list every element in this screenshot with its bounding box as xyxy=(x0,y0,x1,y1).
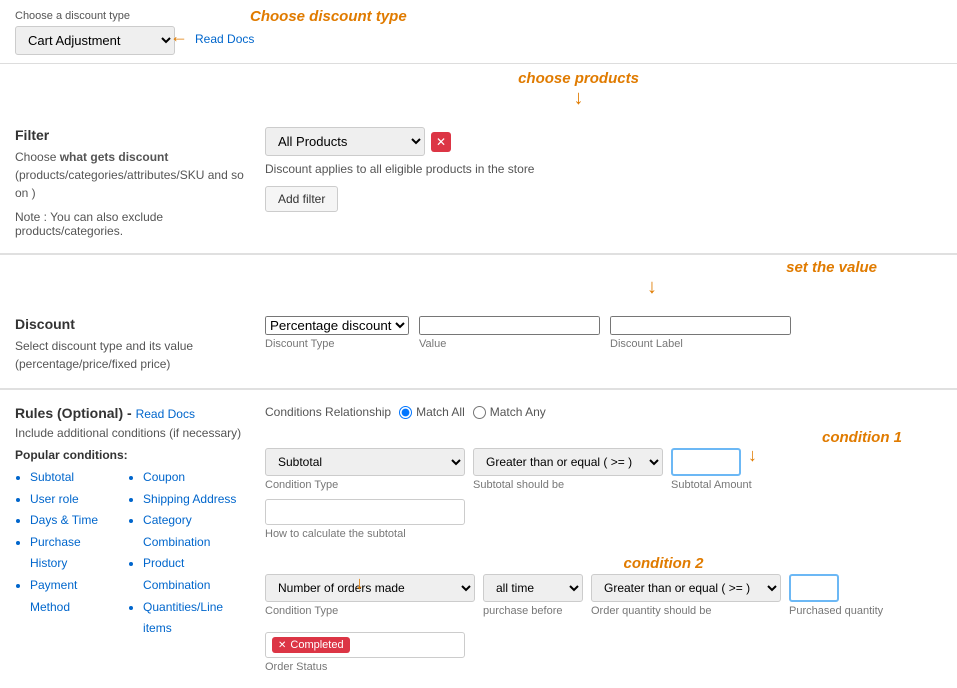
condition1-type-label: Condition Type xyxy=(265,479,465,491)
match-any-radio[interactable] xyxy=(473,406,486,419)
set-value-annotation: set the value xyxy=(786,259,877,276)
condition1-annotation: condition 1 xyxy=(822,429,902,446)
match-all-radio-label[interactable]: Match All xyxy=(399,405,465,419)
rules-title: Rules (Optional) - Read Docs xyxy=(15,405,245,421)
rules-desc: Include additional conditions (if necess… xyxy=(15,426,245,440)
popular-subtotal[interactable]: Subtotal xyxy=(30,467,108,489)
condition2-row: Number of orders made Condition Type all… xyxy=(265,574,942,617)
condition2-annotation: condition 2 xyxy=(624,555,704,572)
order-status-label: Order Status xyxy=(265,661,942,673)
condition1-operator-select[interactable]: Greater than or equal ( >= ) xyxy=(473,448,663,476)
conditions-relationship: Conditions Relationship Match All Match … xyxy=(265,405,942,419)
discount-type-select[interactable]: Cart Adjustment xyxy=(15,26,175,55)
popular-list-right: Coupon Shipping Address Category Combina… xyxy=(128,467,245,640)
discount-type-label: Discount Type xyxy=(265,338,409,350)
condition1-amount-label: Subtotal Amount xyxy=(671,479,752,491)
read-docs-link[interactable]: Read Docs xyxy=(195,32,254,46)
discount-value-input[interactable]: 15 xyxy=(419,316,600,335)
discount-section: Discount Select discount type and its va… xyxy=(0,301,957,390)
choose-discount-type-label: Choose a discount type xyxy=(15,10,175,22)
popular-product-combination[interactable]: Product Combination xyxy=(143,553,245,596)
choose-products-annotation: choose products xyxy=(518,70,639,87)
rules-section: Rules (Optional) - Read Docs Include add… xyxy=(0,390,957,688)
discount-desc: Select discount type and its value (perc… xyxy=(15,337,245,373)
popular-conditions-title: Popular conditions: xyxy=(15,448,245,462)
popular-days-time[interactable]: Days & Time xyxy=(30,510,108,532)
add-filter-button[interactable]: Add filter xyxy=(265,186,338,212)
popular-quantities-line-items[interactable]: Quantities/Line items xyxy=(143,597,245,640)
condition1-arrow: ↓ xyxy=(748,445,757,466)
condition2-time-label: purchase before xyxy=(483,605,583,617)
popular-list-left: Subtotal User role Days & Time Purchase … xyxy=(15,467,108,640)
popular-purchase-history[interactable]: Purchase History xyxy=(30,532,108,575)
status-tag-remove-btn[interactable]: ✕ xyxy=(278,640,286,651)
match-all-radio[interactable] xyxy=(399,406,412,419)
filter-desc: Choose what gets discount (products/cate… xyxy=(15,148,245,202)
condition1-calc-label: How to calculate the subtotal xyxy=(265,528,465,540)
condition1-calc-input[interactable]: Count all items in cart xyxy=(265,499,465,525)
filter-title: Filter xyxy=(15,127,245,143)
discount-section-right: Percentage discount Discount Type 15 Val… xyxy=(265,316,942,373)
discount-label-label: Discount Label xyxy=(610,338,791,350)
discount-section-left: Discount Select discount type and its va… xyxy=(15,316,245,373)
condition2-operator-label: Order quantity should be xyxy=(591,605,781,617)
completed-status-tag: ✕ Completed xyxy=(272,637,350,653)
rules-read-docs-link[interactable]: Read Docs xyxy=(136,407,195,421)
status-tag-label: Completed xyxy=(290,639,343,651)
filter-section-left: Filter Choose what gets discount (produc… xyxy=(15,127,245,238)
choose-discount-arrow: ← xyxy=(170,26,188,47)
condition1-row: Subtotal Condition Type Greater than or … xyxy=(265,448,942,540)
filter-description-text: Discount applies to all eligible product… xyxy=(265,162,942,176)
rules-section-right: Conditions Relationship Match All Match … xyxy=(265,405,942,673)
order-status-input-box[interactable]: ✕ Completed xyxy=(265,632,465,658)
rules-section-left: Rules (Optional) - Read Docs Include add… xyxy=(15,405,245,673)
condition1-type-select[interactable]: Subtotal xyxy=(265,448,465,476)
choose-discount-annotation: Choose discount type xyxy=(250,8,407,25)
condition2-type-select[interactable]: Number of orders made xyxy=(265,574,475,602)
set-value-arrow: ↓ xyxy=(647,276,657,298)
condition2-qty-label: Purchased quantity xyxy=(789,605,883,617)
popular-user-role[interactable]: User role xyxy=(30,489,108,511)
discount-title: Discount xyxy=(15,316,245,332)
conditions-relationship-label: Conditions Relationship xyxy=(265,405,391,419)
discount-type-select2[interactable]: Percentage discount xyxy=(265,316,409,335)
filter-section: Filter Choose what gets discount (produc… xyxy=(0,112,957,255)
discount-value-label: Value xyxy=(419,338,600,350)
condition2-operator-select[interactable]: Greater than or equal ( >= ) xyxy=(591,574,781,602)
condition2-type-label: Condition Type xyxy=(265,605,475,617)
order-status-area: ✕ Completed Order Status xyxy=(265,632,942,673)
choose-products-arrow: ↓ xyxy=(574,87,584,109)
filter-note: Note : You can also exclude products/cat… xyxy=(15,210,245,238)
filter-remove-btn[interactable]: ✕ xyxy=(431,132,451,152)
popular-lists: Subtotal User role Days & Time Purchase … xyxy=(15,467,245,640)
popular-category-combination[interactable]: Category Combination xyxy=(143,510,245,553)
condition1-operator-label: Subtotal should be xyxy=(473,479,663,491)
condition2-qty-input[interactable]: 4 xyxy=(789,574,839,602)
filter-section-right: All Products ✕ Discount applies to all e… xyxy=(265,127,942,238)
discount-label-input[interactable]: cart discount xyxy=(610,316,791,335)
popular-payment-method[interactable]: Payment Method xyxy=(30,575,108,618)
product-filter-select[interactable]: All Products xyxy=(265,127,425,156)
condition2-arrow: ↓ xyxy=(355,573,364,594)
condition1-amount-input[interactable]: 500 xyxy=(671,448,741,476)
match-any-radio-label[interactable]: Match Any xyxy=(473,405,546,419)
popular-shipping-address[interactable]: Shipping Address xyxy=(143,489,245,511)
popular-coupon[interactable]: Coupon xyxy=(143,467,245,489)
condition2-time-select[interactable]: all time xyxy=(483,574,583,602)
